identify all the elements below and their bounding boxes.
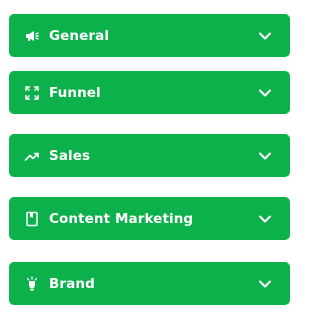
megaphone-icon [24, 28, 40, 44]
accordion-item-label: Content Marketing [49, 210, 194, 227]
accordion-item-funnel[interactable]: Funnel [9, 71, 290, 114]
chevron-down-icon[interactable] [258, 212, 272, 226]
expand-arrows-icon [24, 85, 40, 101]
bookmark-book-icon [24, 211, 40, 227]
lightbulb-icon [24, 275, 40, 292]
accordion-item-content-marketing[interactable]: Content Marketing [9, 197, 290, 240]
accordion-item-label: General [49, 27, 110, 44]
chevron-down-icon[interactable] [258, 29, 272, 43]
chevron-down-icon[interactable] [258, 86, 272, 100]
accordion-item-general[interactable]: General [9, 14, 290, 57]
accordion-item-label: Funnel [49, 84, 101, 101]
accordion-item-label: Brand [49, 275, 95, 292]
chevron-down-icon[interactable] [258, 149, 272, 163]
trending-up-icon [24, 148, 40, 164]
accordion-item-sales[interactable]: Sales [9, 134, 290, 177]
accordion-item-brand[interactable]: Brand [9, 262, 290, 305]
accordion-item-label: Sales [49, 147, 91, 164]
chevron-down-icon[interactable] [258, 277, 272, 291]
